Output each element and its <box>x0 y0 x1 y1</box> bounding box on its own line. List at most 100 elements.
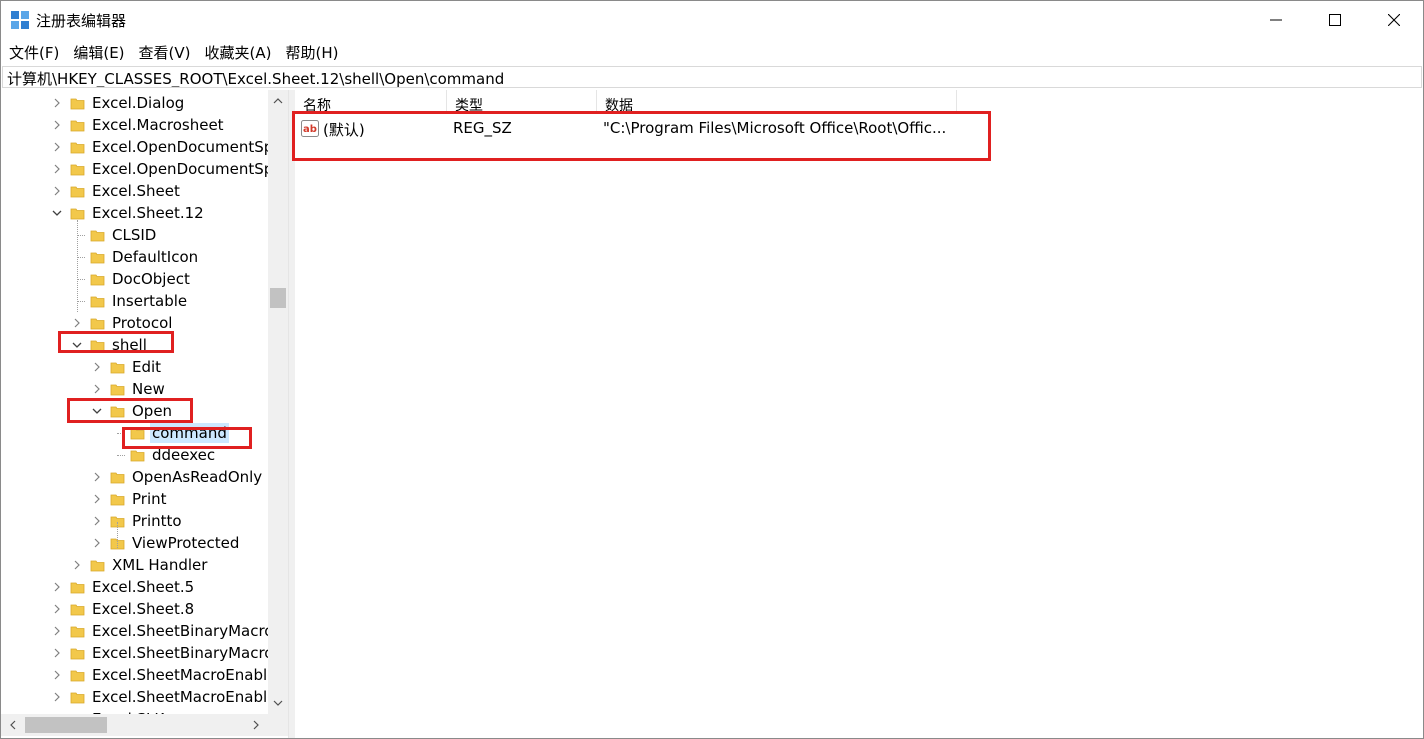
tree-item-label: Excel.SheetMacroEnable <box>92 666 277 684</box>
chevron-right-icon[interactable] <box>50 118 64 132</box>
tree-item-label: ViewProtected <box>132 534 240 552</box>
chevron-right-icon[interactable] <box>90 382 104 396</box>
tree-item-label: Excel.SheetBinaryMacro <box>92 644 274 662</box>
window-title: 注册表编辑器 <box>36 12 127 30</box>
registry-editor-window: 注册表编辑器 文件(F) 编辑(E) 查看(V) 收藏夹(A) 帮助(H) 计算… <box>0 0 1424 739</box>
chevron-right-icon[interactable] <box>90 470 104 484</box>
scroll-left-icon[interactable] <box>3 714 23 736</box>
tree-item-edit[interactable]: Edit <box>90 356 163 378</box>
folder-icon <box>110 535 126 551</box>
maximize-button[interactable] <box>1306 1 1364 39</box>
tree-item-excel-macrosheet[interactable]: Excel.Macrosheet <box>50 114 226 136</box>
tree-item-label: Excel.OpenDocumentSp <box>92 138 274 156</box>
folder-icon <box>70 117 86 133</box>
folder-icon <box>90 271 106 287</box>
folder-icon <box>70 667 86 683</box>
menu-help[interactable]: 帮助(H) <box>278 39 345 65</box>
tree-item-docobject[interactable]: DocObject <box>70 268 192 290</box>
tree-horizontal-scrollbar[interactable] <box>1 714 268 736</box>
scroll-corner <box>268 714 288 736</box>
chevron-right-icon[interactable] <box>50 184 64 198</box>
tree-item-label: DefaultIcon <box>112 248 199 266</box>
folder-icon <box>90 249 106 265</box>
tree-vertical-scroll-thumb[interactable] <box>270 288 286 308</box>
tree-item-excel-sheet-12[interactable]: Excel.Sheet.12 <box>50 202 206 224</box>
chevron-right-icon[interactable] <box>90 536 104 550</box>
folder-icon <box>110 359 126 375</box>
chevron-right-icon[interactable] <box>50 140 64 154</box>
scroll-down-icon[interactable] <box>268 694 288 712</box>
folder-icon <box>70 645 86 661</box>
chevron-right-icon[interactable] <box>50 624 64 638</box>
folder-icon <box>70 139 86 155</box>
chevron-right-icon[interactable] <box>50 690 64 704</box>
chevron-right-icon[interactable] <box>90 514 104 528</box>
scroll-up-icon[interactable] <box>268 92 288 110</box>
tree-item-excel-sheet[interactable]: Excel.Sheet <box>50 180 182 202</box>
chevron-right-icon[interactable] <box>50 602 64 616</box>
tree-item-xml-handler[interactable]: XML Handler <box>70 554 209 576</box>
tree-item-excel-dialog[interactable]: Excel.Dialog <box>50 92 186 114</box>
chevron-right-icon[interactable] <box>50 646 64 660</box>
folder-icon <box>70 601 86 617</box>
tree-item-label: Excel.Sheet <box>92 182 180 200</box>
tree-item-label: DocObject <box>112 270 190 288</box>
tree-item-printto[interactable]: Printto <box>90 510 184 532</box>
tree-item-label: Excel.OpenDocumentSp <box>92 160 274 178</box>
tree-item-label: Excel.Sheet.12 <box>92 204 204 222</box>
close-button[interactable] <box>1365 1 1423 39</box>
highlight-command-key <box>122 427 252 449</box>
chevron-right-icon[interactable] <box>70 316 84 330</box>
tree-item-excel-sheetbinarymacro[interactable]: Excel.SheetBinaryMacro <box>50 642 275 664</box>
address-bar[interactable]: 计算机\HKEY_CLASSES_ROOT\Excel.Sheet.12\she… <box>2 66 1422 88</box>
tree-item-label: Excel.Sheet.5 <box>92 578 195 596</box>
menu-file[interactable]: 文件(F) <box>1 39 66 65</box>
tree-item-new[interactable]: New <box>90 378 167 400</box>
scroll-right-icon[interactable] <box>246 714 266 736</box>
minimize-icon <box>1270 19 1282 21</box>
tree-item-label: XML Handler <box>112 556 208 574</box>
menu-view[interactable]: 查看(V) <box>132 39 198 65</box>
tree-horizontal-scroll-thumb[interactable] <box>25 717 107 733</box>
tree-guide-line <box>77 279 85 280</box>
menu-favorites[interactable]: 收藏夹(A) <box>198 39 279 65</box>
tree-item-label: Protocol <box>112 314 173 332</box>
tree-item-label: CLSID <box>112 226 157 244</box>
tree-item-excel-opendocumentsp[interactable]: Excel.OpenDocumentSp <box>50 158 275 180</box>
folder-icon <box>110 469 126 485</box>
folder-icon <box>110 381 126 397</box>
tree-item-excel-sheet-8[interactable]: Excel.Sheet.8 <box>50 598 196 620</box>
tree-item-viewprotected[interactable]: ViewProtected <box>90 532 241 554</box>
tree-item-excel-sheetmacroenable[interactable]: Excel.SheetMacroEnable <box>50 686 278 708</box>
tree-item-excel-opendocumentsp[interactable]: Excel.OpenDocumentSp <box>50 136 275 158</box>
chevron-right-icon[interactable] <box>90 492 104 506</box>
chevron-down-icon[interactable] <box>50 206 64 220</box>
minimize-button[interactable] <box>1247 1 1305 39</box>
tree-item-label: Printto <box>132 512 182 530</box>
tree-item-openasreadonly[interactable]: OpenAsReadOnly <box>90 466 264 488</box>
tree-guide-line <box>77 220 78 312</box>
chevron-right-icon[interactable] <box>50 162 64 176</box>
chevron-right-icon[interactable] <box>90 360 104 374</box>
tree-item-print[interactable]: Print <box>90 488 169 510</box>
chevron-right-icon[interactable] <box>50 580 64 594</box>
menu-edit[interactable]: 编辑(E) <box>66 39 131 65</box>
tree-guide-line <box>77 235 85 236</box>
chevron-right-icon[interactable] <box>50 668 64 682</box>
folder-icon <box>70 161 86 177</box>
tree-item-excel-sheet-5[interactable]: Excel.Sheet.5 <box>50 576 196 598</box>
tree-item-excel-sheetmacroenable[interactable]: Excel.SheetMacroEnable <box>50 664 278 686</box>
tree-item-insertable[interactable]: Insertable <box>70 290 189 312</box>
tree-guide-line <box>77 301 85 302</box>
chevron-right-icon[interactable] <box>70 558 84 572</box>
tree-vertical-scrollbar[interactable] <box>268 90 288 714</box>
chevron-right-icon[interactable] <box>50 96 64 110</box>
folder-icon <box>130 447 146 463</box>
folder-icon <box>90 227 106 243</box>
tree-item-excel-sheetbinarymacro[interactable]: Excel.SheetBinaryMacro <box>50 620 275 642</box>
highlight-shell-key <box>58 331 174 353</box>
tree-item-defaulticon[interactable]: DefaultIcon <box>70 246 200 268</box>
close-icon <box>1388 14 1400 26</box>
tree-guide-line <box>117 455 125 456</box>
tree-item-label: Excel.Macrosheet <box>92 116 224 134</box>
